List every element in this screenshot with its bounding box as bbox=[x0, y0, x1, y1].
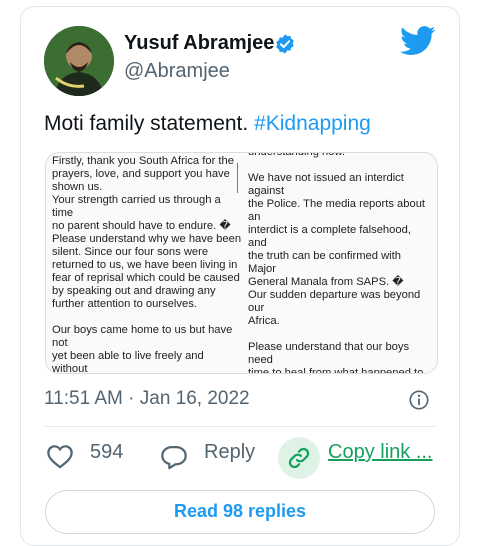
author-handle[interactable]: @Abramjee bbox=[124, 60, 230, 83]
divider bbox=[44, 426, 436, 427]
reply-bubble-icon[interactable] bbox=[160, 444, 188, 470]
hashtag-link[interactable]: #Kidnapping bbox=[254, 112, 371, 135]
tweet-body: Moti family statement. bbox=[44, 112, 255, 135]
info-icon[interactable] bbox=[408, 389, 430, 411]
heart-icon[interactable] bbox=[46, 443, 74, 469]
avatar[interactable] bbox=[44, 26, 114, 96]
tweet-text: Moti family statement. #Kidnapping bbox=[44, 112, 371, 136]
statement-left-column: Firstly, thank you South Africa for the … bbox=[52, 155, 242, 374]
copy-link-label[interactable]: Copy link ... bbox=[328, 441, 432, 464]
read-replies-button[interactable]: Read 98 replies bbox=[45, 490, 435, 534]
statement-right-column: understanding now. We have not issued an… bbox=[248, 152, 426, 374]
author-name[interactable]: Yusuf Abramjee bbox=[124, 32, 274, 55]
twitter-bird-icon[interactable] bbox=[400, 26, 436, 56]
reply-button[interactable]: Reply bbox=[204, 441, 255, 464]
statement-image[interactable]: Firstly, thank you South Africa for the … bbox=[45, 152, 438, 374]
copy-link-button[interactable] bbox=[278, 437, 320, 479]
verified-badge-icon bbox=[276, 34, 294, 54]
tweet-timestamp[interactable]: 11:51 AM · Jan 16, 2022 bbox=[44, 388, 250, 410]
like-count[interactable]: 594 bbox=[90, 441, 123, 464]
column-divider bbox=[237, 163, 238, 193]
link-icon bbox=[288, 447, 310, 469]
